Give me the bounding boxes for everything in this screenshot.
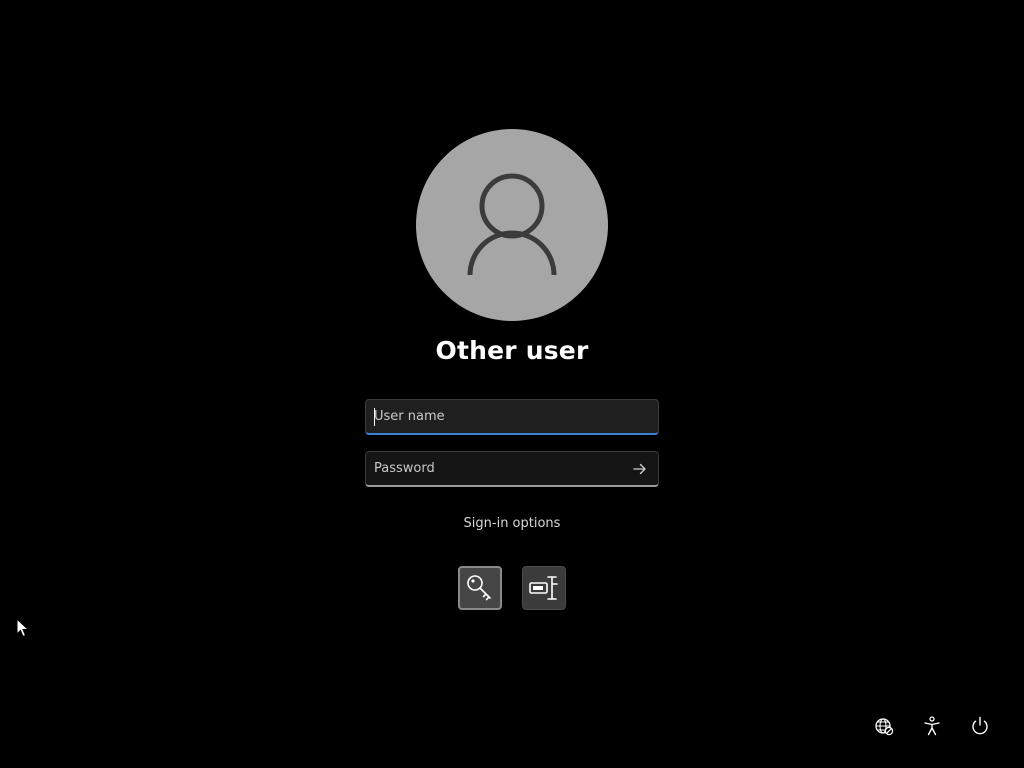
sign-in-options-link[interactable]: Sign-in options [412, 516, 612, 531]
security-key-sign-in-button[interactable] [522, 566, 566, 610]
key-icon [467, 575, 491, 601]
account-name: Other user [435, 336, 589, 365]
user-avatar [416, 129, 608, 321]
power-icon[interactable] [968, 714, 992, 738]
accessibility-icon[interactable] [920, 714, 944, 738]
password-field[interactable] [365, 451, 659, 487]
submit-arrow-icon[interactable] [630, 460, 650, 478]
person-icon [467, 173, 557, 276]
security-key-icon [529, 576, 558, 600]
network-icon[interactable] [872, 714, 896, 738]
username-input[interactable] [366, 400, 658, 433]
mouse-pointer-icon [16, 617, 30, 638]
password-input[interactable] [366, 452, 658, 485]
lock-screen: Other user Sign-in options [0, 0, 1024, 768]
password-sign-in-button[interactable] [458, 566, 502, 610]
username-field[interactable] [365, 399, 659, 435]
text-caret [374, 408, 375, 426]
